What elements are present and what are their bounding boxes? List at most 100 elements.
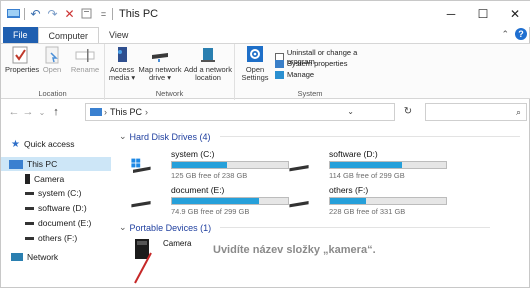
nav-item-quick-access[interactable]: ★ Quick access (11, 137, 75, 151)
nav-software-d-label: software (D:) (38, 203, 87, 213)
drive-free-space: 125 GB free of 238 GB (171, 171, 248, 180)
minimize-button[interactable]: ─ (435, 1, 467, 27)
add-network-location-button[interactable]: Add a network location (183, 46, 233, 82)
map-network-drive-button[interactable]: Map network drive ▾ (137, 46, 183, 82)
open-file-icon (45, 46, 59, 64)
undo-icon[interactable]: ↶ (29, 7, 42, 21)
rename-icon (75, 49, 95, 62)
up-arrow-icon[interactable]: ↑ (49, 106, 63, 118)
nav-item-network[interactable]: Network (11, 250, 58, 264)
drive-tile-f[interactable]: others (F:) 228 GB free of 331 GB (285, 185, 447, 221)
manage-icon (275, 70, 284, 79)
media-server-icon (118, 47, 127, 62)
drive-usage-bar (171, 161, 289, 169)
section-portable-devices[interactable]: ⌄ Portable Devices (1) (119, 222, 491, 233)
title-bar: ↶ ↷ ✕ = This PC ─ ☐ ✕ (1, 1, 530, 27)
rename-label: Rename (70, 65, 100, 74)
open-settings-label-2: Settings (241, 73, 269, 82)
collapse-chevron-icon: ⌄ (119, 131, 127, 141)
ribbon-tabs: File Computer View ⌃ ? (1, 27, 530, 43)
drive-e-icon (25, 221, 34, 225)
explorer-app-icon (7, 8, 20, 21)
maximize-button[interactable]: ☐ (467, 1, 499, 27)
redo-icon[interactable]: ↷ (46, 7, 59, 21)
access-media-label-2: media ▾ (108, 73, 136, 82)
hdd-header: Hard Disk Drives (4) (129, 131, 211, 142)
tab-computer[interactable]: Computer (37, 27, 100, 43)
file-explorer-window: ↶ ↷ ✕ = This PC ─ ☐ ✕ File Computer View… (0, 0, 530, 288)
search-icon: ⌕ (515, 107, 521, 117)
map-drive-label-2: drive ▾ (148, 73, 172, 82)
back-arrow-icon[interactable]: ← (7, 106, 21, 118)
address-path: This PC (110, 107, 143, 117)
properties-label: Properties (5, 65, 40, 74)
nav-item-software-d[interactable]: software (D:) (25, 201, 87, 215)
nav-document-e-label: document (E:) (38, 218, 92, 228)
nav-item-this-pc[interactable]: This PC (1, 157, 111, 171)
forward-arrow-icon[interactable]: → (21, 106, 35, 118)
customize-toolbar-icon[interactable]: = (97, 8, 110, 21)
camera-device-icon (25, 174, 30, 184)
rename-button[interactable]: Rename (69, 46, 101, 74)
tab-view[interactable]: View (99, 27, 138, 43)
properties-checkmark-icon (12, 46, 28, 64)
nav-item-document-e[interactable]: document (E:) (25, 216, 91, 230)
drive-tile-d[interactable]: software (D:) 114 GB free of 299 GB (285, 149, 447, 185)
open-button[interactable]: Open (39, 46, 65, 74)
access-media-button[interactable]: Access media ▾ (107, 46, 137, 82)
search-box[interactable]: ⌕ (425, 103, 527, 121)
ribbon: Properties Open Rename Location Access m… (1, 43, 530, 100)
drive-usage-bar (171, 197, 289, 205)
close-button[interactable]: ✕ (499, 1, 530, 27)
nav-item-camera[interactable]: Camera (25, 172, 64, 186)
nav-others-f-label: others (F:) (38, 233, 78, 243)
nav-network-label: Network (27, 252, 59, 262)
nav-camera-label: Camera (34, 174, 65, 184)
properties-button[interactable]: Properties (5, 46, 39, 74)
address-row: ← → ⌄ ↑ › This PC › ⌄ ↻ ⌕ (1, 100, 530, 124)
ribbon-group-network: Access media ▾ Map network drive ▾ Add a… (105, 44, 235, 100)
recent-locations-icon[interactable]: ⌄ (35, 108, 49, 117)
expand-ribbon-icon[interactable]: ⌃ (501, 29, 509, 40)
help-icon[interactable]: ? (515, 28, 527, 40)
hard-drive-icon (289, 201, 309, 208)
nav-this-pc-label: This PC (27, 159, 58, 169)
window-title: This PC (119, 8, 159, 20)
section-divider (219, 136, 520, 137)
properties-icon[interactable] (80, 8, 93, 21)
manage-button[interactable]: Manage (275, 70, 314, 79)
drive-c-icon (25, 191, 34, 195)
quick-access-toolbar: ↶ ↷ ✕ = (1, 7, 110, 21)
ribbon-group-system: Open Settings Uninstall or change a prog… (235, 44, 385, 100)
address-separator-icon-2: › (145, 107, 149, 117)
section-hard-disk-drives[interactable]: ⌄ Hard Disk Drives (4) (119, 131, 520, 142)
tab-file[interactable]: File (3, 27, 38, 43)
drive-usage-fill (172, 162, 227, 168)
drive-tile-e[interactable]: document (E:) 74.9 GB free of 299 GB (127, 185, 289, 221)
drive-free-space: 228 GB free of 331 GB (329, 207, 406, 216)
network-drive-icon (152, 53, 168, 62)
drive-free-space: 74.9 GB free of 299 GB (171, 207, 250, 216)
nav-item-others-f[interactable]: others (F:) (25, 231, 77, 245)
ribbon-help-area: ⌃ ? (501, 28, 527, 40)
network-location-icon (201, 48, 215, 62)
address-bar[interactable]: › This PC › ⌄ (85, 103, 395, 121)
group-label-system: System (297, 89, 323, 98)
drive-tile-c[interactable]: system (C:) 125 GB free of 238 GB (127, 149, 289, 185)
drive-usage-bar (329, 197, 447, 205)
portable-header: Portable Devices (1) (129, 222, 212, 233)
nav-item-system-c[interactable]: system (C:) (25, 186, 81, 200)
system-properties-button[interactable]: System properties (275, 59, 347, 68)
open-settings-button[interactable]: Open Settings (239, 46, 271, 82)
drive-usage-bar (329, 161, 447, 169)
system-properties-icon (275, 59, 284, 68)
ribbon-group-location: Properties Open Rename Location (1, 44, 105, 100)
address-dropdown-icon[interactable]: ⌄ (347, 107, 354, 116)
drive-usage-fill (330, 198, 366, 204)
open-label: Open (42, 65, 62, 74)
delete-icon[interactable]: ✕ (63, 7, 76, 21)
refresh-icon[interactable]: ↻ (399, 103, 417, 121)
computer-icon (9, 159, 23, 169)
group-label-network: Network (155, 89, 184, 98)
drive-usage-fill (172, 198, 259, 204)
